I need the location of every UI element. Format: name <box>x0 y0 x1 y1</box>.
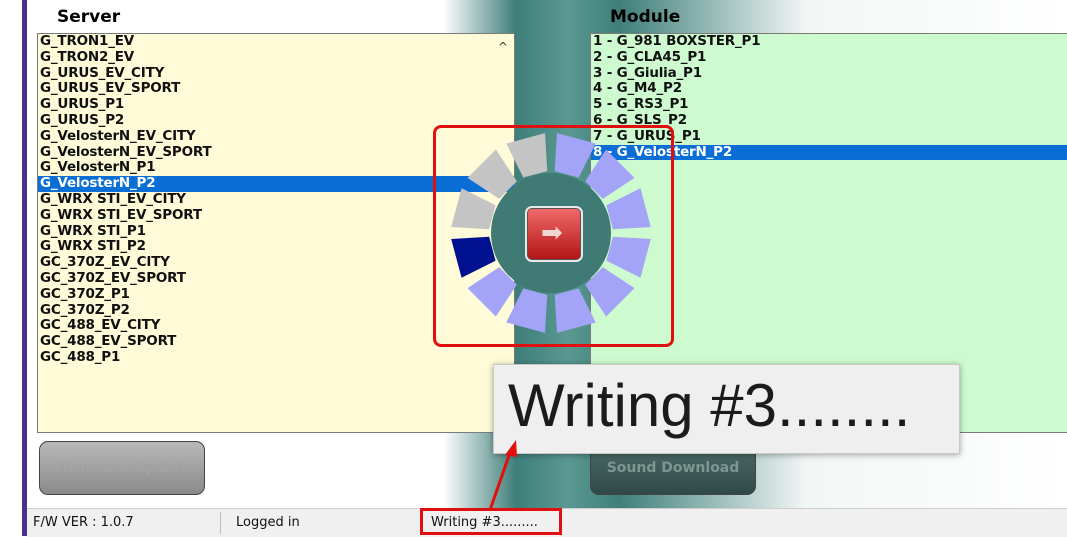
spinner-highlight-box <box>433 125 674 347</box>
fw-version-status: F/W VER : 1.0.7 <box>33 515 134 530</box>
server-list-item[interactable]: GC_488_P1 <box>38 349 514 366</box>
module-list-item[interactable]: 4 - G_M4_P2 <box>591 81 1067 97</box>
server-list-item[interactable]: G_URUS_EV_SPORT <box>38 81 514 97</box>
server-list-item[interactable]: G_URUS_P1 <box>38 96 514 113</box>
firmware-update-button[interactable]: Firmware Update <box>39 441 205 495</box>
module-list-item[interactable]: 1 - G_981 BOXSTER_P1 <box>591 34 1067 50</box>
server-list-item[interactable]: G_TRON2_EV <box>38 49 514 66</box>
server-title: Server <box>57 7 121 27</box>
server-list-item[interactable]: G_TRON1_EV <box>38 34 514 50</box>
status-highlight-box <box>420 508 562 535</box>
scroll-up-icon[interactable]: ^ <box>498 40 508 54</box>
zoom-callout: Writing #3........ <box>493 364 960 454</box>
module-list-item[interactable]: 5 - G_RS3_P1 <box>591 96 1067 113</box>
module-list-item[interactable]: 2 - G_CLA45_P1 <box>591 49 1067 66</box>
server-list-item[interactable]: G_URUS_EV_CITY <box>38 65 514 82</box>
module-list-item[interactable]: 3 - G_Giulia_P1 <box>591 65 1067 82</box>
status-separator <box>220 512 221 534</box>
module-title: Module <box>610 7 681 27</box>
login-status: Logged in <box>236 515 300 530</box>
zoom-callout-text: Writing #3........ <box>508 372 911 439</box>
